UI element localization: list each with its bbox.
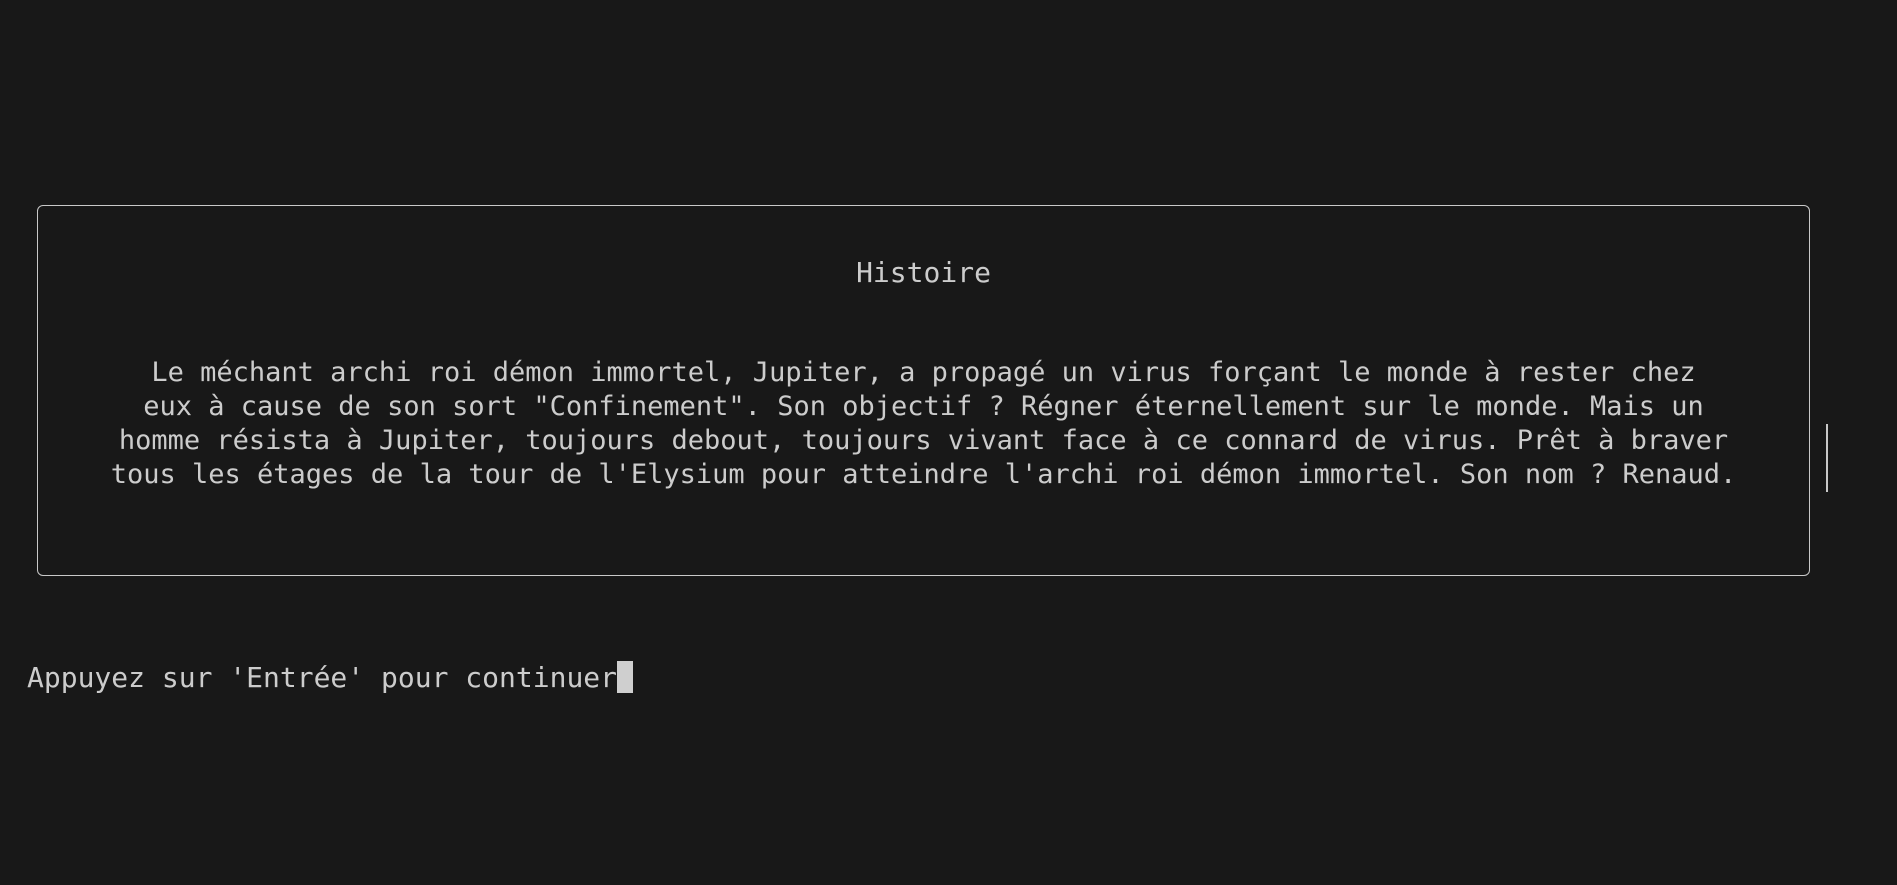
- story-text: Le méchant archi roi démon immortel, Jup…: [38, 356, 1809, 492]
- box-edge-artifact: [1826, 424, 1828, 492]
- story-line: eux à cause de son sort "Confinement". S…: [143, 391, 1704, 422]
- text-cursor: [617, 661, 634, 693]
- story-line: tous les étages de la tour de l'Elysium …: [110, 459, 1737, 490]
- story-box: Histoire Le méchant archi roi démon immo…: [37, 205, 1810, 576]
- story-line: homme résista à Jupiter, toujours debout…: [118, 425, 1729, 456]
- story-title: Histoire: [856, 256, 991, 289]
- continue-prompt[interactable]: Appuyez sur 'Entrée' pour continuer: [27, 660, 634, 696]
- terminal-window: Histoire Le méchant archi roi démon immo…: [0, 0, 1897, 885]
- story-line: Le méchant archi roi démon immortel, Jup…: [151, 357, 1696, 388]
- continue-prompt-text: Appuyez sur 'Entrée' pour continuer: [27, 661, 618, 694]
